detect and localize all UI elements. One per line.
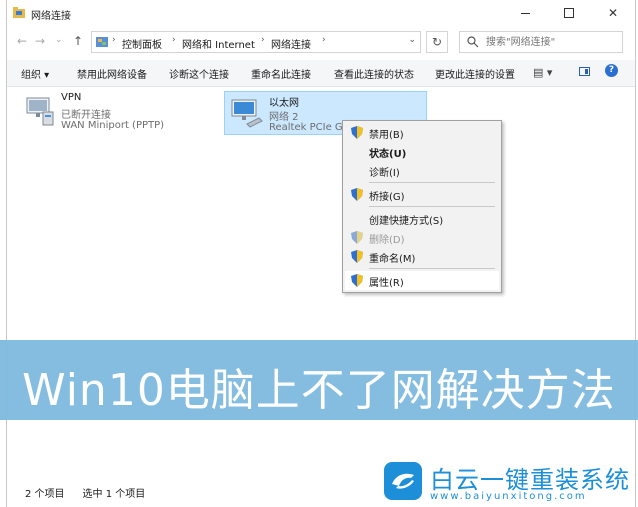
- breadcrumb-network-connections[interactable]: 网络连接: [271, 36, 311, 51]
- connection-status: 网络 2: [269, 112, 299, 123]
- title-bar: 网络连接 ✕: [7, 0, 635, 26]
- address-bar[interactable]: › 控制面板 › 网络和 Internet › 网络连接 › ⌄: [91, 31, 421, 53]
- change-settings-button[interactable]: 更改此连接的设置: [435, 66, 515, 81]
- title-banner: Win10电脑上不了网解决方法: [0, 340, 638, 420]
- connection-item-vpn[interactable]: VPN 已断开连接 WAN Miniport (PPTP): [17, 90, 217, 134]
- organize-button[interactable]: 组织 ▾: [21, 66, 49, 81]
- status-bar: 2 个项目 选中 1 个项目: [25, 485, 163, 500]
- item-count: 2 个项目: [25, 489, 65, 500]
- navigation-bar: ← → ⌄ ↑ › 控制面板 › 网络和 Internet › 网络连接 › ⌄…: [7, 30, 635, 54]
- up-arrow-icon[interactable]: ↑: [73, 34, 83, 48]
- context-menu: 禁用(B) 状态(U) 诊断(I) 桥接(G) 创建快捷方式(S) 删除(D) …: [342, 120, 502, 293]
- ethernet-connection-icon: [231, 99, 263, 128]
- preview-pane-icon[interactable]: [579, 67, 590, 76]
- menu-label: 创建快捷方式(S): [369, 216, 444, 227]
- menu-item-diagnose[interactable]: 诊断(I): [345, 161, 499, 180]
- search-box[interactable]: [459, 31, 623, 53]
- menu-item-status[interactable]: 状态(U): [345, 142, 499, 161]
- help-icon[interactable]: ?: [605, 64, 618, 77]
- window-title: 网络连接: [31, 11, 71, 22]
- connection-device: Realtek PCIe GB: [269, 122, 350, 133]
- diagnose-button[interactable]: 诊断这个连接: [169, 66, 229, 81]
- breadcrumb-separator: ›: [261, 35, 265, 45]
- connection-name: VPN: [61, 92, 82, 103]
- control-panel-icon: [96, 37, 108, 47]
- menu-separator: [369, 268, 495, 269]
- explorer-window: 网络连接 ✕ ← → ⌄ ↑ › 控制面板 › 网络和 Internet › 网…: [6, 0, 636, 507]
- brand-watermark: 白云一键重装系统 www.baiyunxitong.com: [384, 460, 634, 504]
- bird-logo-icon: [384, 462, 422, 500]
- search-icon: [467, 36, 479, 48]
- breadcrumb-network-internet[interactable]: 网络和 Internet: [182, 36, 255, 51]
- search-input[interactable]: [486, 34, 616, 50]
- connection-status: 已断开连接: [61, 110, 111, 121]
- breadcrumb-separator: ›: [172, 35, 176, 45]
- close-icon: ✕: [607, 6, 619, 20]
- breadcrumb-control-panel[interactable]: 控制面板: [122, 36, 162, 51]
- maximize-button[interactable]: [547, 0, 591, 26]
- connection-device: WAN Miniport (PPTP): [61, 120, 165, 131]
- menu-item-properties[interactable]: 属性(R): [345, 271, 499, 290]
- recent-locations-icon[interactable]: ⌄: [55, 35, 63, 45]
- menu-item-disable[interactable]: 禁用(B): [345, 123, 499, 142]
- watermark-url: www.baiyunxitong.com: [430, 491, 587, 502]
- breadcrumb-separator: ›: [112, 35, 116, 45]
- menu-item-delete: 删除(D): [345, 228, 499, 247]
- menu-label: 删除(D): [369, 235, 405, 246]
- watermark-title: 白云一键重装系统: [430, 466, 630, 494]
- menu-item-create-shortcut[interactable]: 创建快捷方式(S): [345, 209, 499, 228]
- bird-icon: [392, 473, 414, 489]
- back-arrow-icon[interactable]: ←: [17, 34, 27, 48]
- uac-shield-icon: [351, 126, 363, 139]
- breadcrumb-separator: ›: [322, 35, 326, 45]
- refresh-icon: ↻: [431, 35, 443, 49]
- minimize-button[interactable]: [503, 0, 547, 26]
- uac-shield-icon: [351, 274, 363, 287]
- uac-shield-icon: [351, 188, 363, 201]
- forward-arrow-icon[interactable]: →: [35, 34, 45, 48]
- menu-label: 重命名(M): [369, 254, 416, 265]
- minimize-icon: [520, 12, 530, 14]
- view-status-button[interactable]: 查看此连接的状态: [334, 66, 414, 81]
- menu-label: 状态(U): [369, 149, 407, 160]
- menu-separator: [369, 182, 495, 183]
- menu-item-bridge[interactable]: 桥接(G): [345, 185, 499, 204]
- vpn-connection-icon: [26, 97, 54, 126]
- menu-item-rename[interactable]: 重命名(M): [345, 247, 499, 266]
- network-folder-icon: [13, 7, 25, 18]
- uac-shield-icon: [351, 250, 363, 263]
- close-button[interactable]: ✕: [591, 0, 635, 26]
- menu-label: 属性(R): [369, 278, 404, 289]
- refresh-button[interactable]: ↻: [426, 31, 448, 53]
- menu-label: 禁用(B): [369, 130, 404, 141]
- menu-label: 桥接(G): [369, 192, 405, 203]
- chevron-down-icon[interactable]: ⌄: [408, 35, 416, 45]
- selected-count: 选中 1 个项目: [82, 489, 146, 500]
- maximize-icon: [564, 8, 574, 18]
- banner-title: Win10电脑上不了网解决方法: [22, 365, 616, 416]
- rename-button[interactable]: 重命名此连接: [251, 66, 311, 81]
- menu-label: 诊断(I): [369, 168, 400, 179]
- disable-device-button[interactable]: 禁用此网络设备: [77, 66, 147, 81]
- uac-shield-icon: [351, 231, 363, 244]
- connection-name: 以太网: [269, 98, 299, 109]
- command-bar: 组织 ▾ 禁用此网络设备 诊断这个连接 重命名此连接 查看此连接的状态 更改此连…: [7, 60, 635, 87]
- menu-separator: [369, 206, 495, 207]
- view-options-icon[interactable]: ▤ ▾: [533, 66, 552, 79]
